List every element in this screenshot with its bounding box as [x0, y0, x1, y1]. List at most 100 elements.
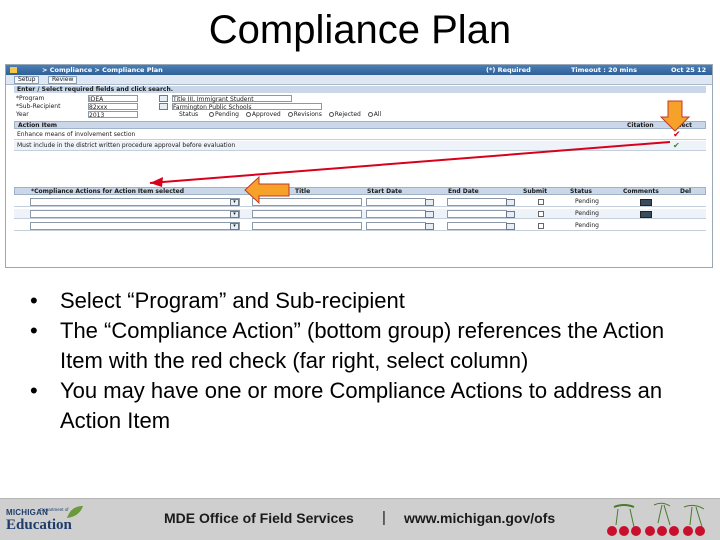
tab-review[interactable]: Review	[48, 76, 78, 84]
radio-approved[interactable]	[245, 112, 251, 117]
compliance-row[interactable]: ▾ Pending	[14, 209, 706, 219]
program-lookup-button[interactable]	[159, 95, 168, 102]
year-input[interactable]: 2013	[88, 111, 138, 119]
start-date-input[interactable]	[366, 210, 426, 218]
action-row[interactable]: Enhance means of involvement section ✔	[14, 130, 706, 140]
bullet-item: Select “Program” and Sub-recipient	[30, 286, 700, 316]
calendar-icon[interactable]	[506, 199, 515, 206]
comment-icon[interactable]	[640, 211, 652, 218]
radio-all-label: All	[373, 111, 382, 118]
compliance-action-input[interactable]	[30, 198, 240, 206]
calendar-icon[interactable]	[425, 211, 434, 218]
dropdown-button[interactable]: ▾	[230, 211, 239, 218]
end-date-input[interactable]	[447, 222, 507, 230]
slide-title: Compliance Plan	[208, 8, 512, 52]
timeout-label: Timeout : 20 mins	[571, 66, 637, 74]
radio-rejected-label: Rejected	[334, 111, 361, 118]
submit-checkbox[interactable]	[538, 223, 544, 229]
footer-bar: MICHIGAN Department of Education MDE Off…	[0, 498, 720, 540]
end-date-input[interactable]	[447, 198, 507, 206]
bullet-list: Select “Program” and Sub-recipient The “…	[30, 286, 700, 436]
radio-revisions[interactable]	[287, 112, 293, 117]
action-row[interactable]: Must include in the district written pro…	[14, 141, 706, 151]
mde-logo: MICHIGAN Department of Education	[4, 503, 104, 537]
required-legend: (*) Required	[486, 66, 531, 74]
red-check-icon[interactable]: ✔	[673, 130, 681, 140]
enter-instructions: Enter / Select required fields and click…	[14, 86, 706, 93]
action-item-text: Must include in the district written pro…	[17, 142, 236, 149]
subrecipient-label: *Sub-Recipient	[16, 103, 61, 110]
subrecipient-input[interactable]: 82xxx	[88, 103, 138, 111]
subrecipient-value: 82xxx	[89, 104, 108, 111]
program-input[interactable]: IDEA	[88, 95, 138, 103]
comment-icon[interactable]	[640, 199, 652, 206]
tab-setup[interactable]: Setup	[14, 76, 40, 84]
green-check-icon[interactable]: ✔	[673, 141, 680, 151]
compliance-row[interactable]: ▾ Pending	[14, 221, 706, 231]
year-value: 2013	[89, 112, 105, 119]
footer-separator: |	[382, 509, 386, 526]
col-end-date: End Date	[448, 188, 479, 195]
submit-checkbox[interactable]	[538, 199, 544, 205]
calendar-icon[interactable]	[506, 223, 515, 230]
bullet-item: The “Compliance Action” (bottom group) r…	[30, 316, 700, 376]
action-item-text: Enhance means of involvement section	[17, 131, 136, 138]
dropdown-button[interactable]: ▾	[230, 199, 239, 206]
compliance-action-input[interactable]	[30, 210, 240, 218]
subrecipient-description: Farmington Public Schools	[172, 103, 322, 111]
start-date-input[interactable]	[366, 222, 426, 230]
col-start-date: Start Date	[367, 188, 403, 195]
date-label: Oct 25 12	[671, 66, 707, 74]
col-submit: Submit	[523, 188, 548, 195]
title-input[interactable]	[252, 210, 362, 218]
program-value: IDEA	[89, 96, 104, 103]
submit-checkbox[interactable]	[538, 211, 544, 217]
col-citation: Citation	[627, 122, 654, 129]
program-label: *Program	[16, 95, 45, 102]
col-title: Title	[295, 188, 311, 195]
screen-tabs: Setup Review	[6, 75, 712, 85]
year-label: Year	[16, 111, 29, 118]
logo-education-text: Education	[6, 517, 72, 533]
radio-pending-label: Pending	[215, 111, 239, 118]
cherries-icon	[607, 502, 705, 536]
compliance-plan-screenshot: > Compliance > Compliance Plan (*) Requi…	[5, 64, 713, 268]
col-comments: Comments	[623, 188, 659, 195]
program-description: Title III, Immigrant Student	[172, 95, 292, 103]
logo-dept-text: Department of	[40, 507, 69, 512]
start-date-input[interactable]	[366, 198, 426, 206]
title-input[interactable]	[252, 198, 362, 206]
compliance-grid-header: *Compliance Actions for Action Item sele…	[14, 187, 706, 195]
calendar-icon[interactable]	[425, 223, 434, 230]
home-icon[interactable]	[10, 67, 17, 73]
action-grid-header: Action Item Citation Select	[14, 121, 706, 129]
subrecipient-row: *Sub-Recipient 82xxx Farmington Public S…	[14, 103, 706, 111]
status-radio-group: Pending Approved Revisions Rejected All	[204, 111, 381, 119]
col-select: Select	[671, 122, 692, 129]
office-name: MDE Office of Field Services	[164, 510, 354, 526]
year-status-row: Year 2013 Status Pending Approved Revisi…	[14, 111, 706, 119]
radio-all[interactable]	[367, 112, 373, 117]
program-desc-text: Title III, Immigrant Student	[173, 96, 254, 103]
radio-approved-label: Approved	[251, 111, 281, 118]
status-text: Pending	[575, 210, 599, 217]
title-input[interactable]	[252, 222, 362, 230]
breadcrumb[interactable]: > Compliance > Compliance Plan	[42, 66, 163, 74]
calendar-icon[interactable]	[425, 199, 434, 206]
col-del: Del	[680, 188, 692, 195]
compliance-action-input[interactable]	[30, 222, 240, 230]
subrecipient-lookup-button[interactable]	[159, 103, 168, 110]
dropdown-button[interactable]: ▾	[230, 223, 239, 230]
radio-pending[interactable]	[209, 112, 214, 117]
radio-rejected[interactable]	[328, 112, 334, 117]
office-url-link[interactable]: www.michigan.gov/ofs	[404, 510, 555, 526]
radio-revisions-label: Revisions	[293, 111, 322, 118]
compliance-row[interactable]: ▾ Pending	[14, 197, 706, 207]
bullet-item: You may have one or more Compliance Acti…	[30, 376, 700, 436]
subrecipient-desc-text: Farmington Public Schools	[173, 104, 252, 111]
end-date-input[interactable]	[447, 210, 507, 218]
calendar-icon[interactable]	[506, 211, 515, 218]
app-header-bar: > Compliance > Compliance Plan (*) Requi…	[6, 65, 712, 75]
col-compliance-actions: *Compliance Actions for Action Item sele…	[31, 188, 184, 195]
col-status: Status	[570, 188, 592, 195]
